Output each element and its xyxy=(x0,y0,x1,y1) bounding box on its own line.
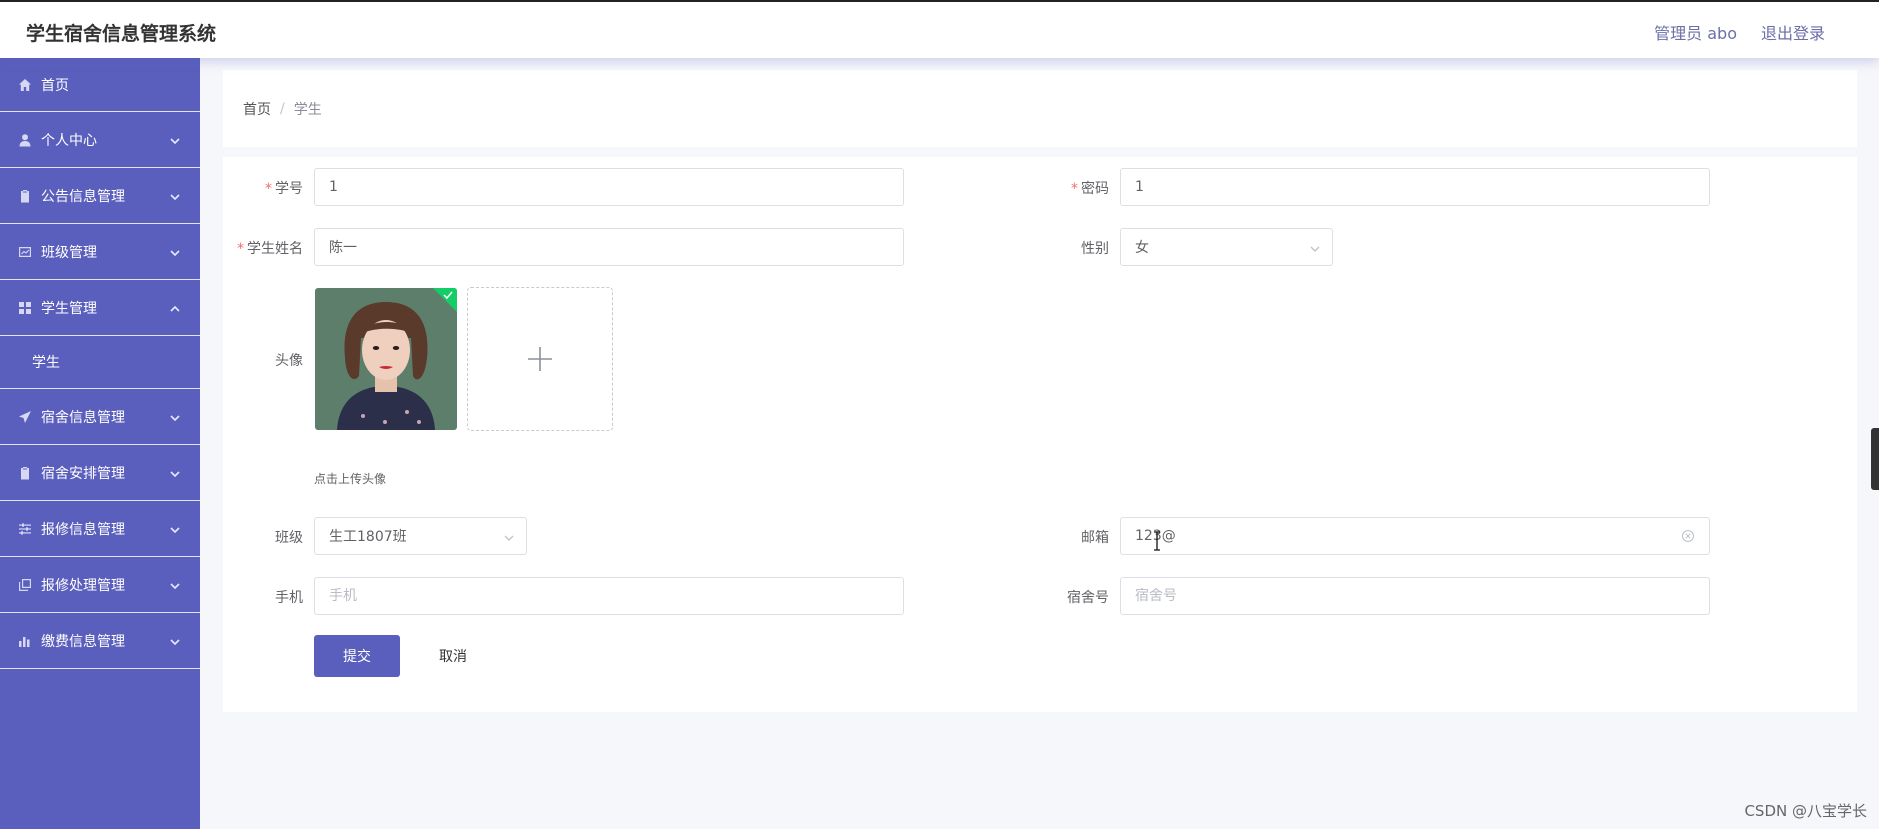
sidebar-item-payment-management[interactable]: 缴费信息管理 xyxy=(0,613,200,669)
student-id-field[interactable] xyxy=(314,168,904,206)
clipboard-icon xyxy=(18,189,32,203)
chevron-down-icon xyxy=(1310,242,1320,252)
text-cursor-icon xyxy=(1153,531,1161,551)
send-icon xyxy=(18,410,32,424)
sidebar-item-personal-center[interactable]: 个人中心 xyxy=(0,112,200,168)
student-name-input[interactable] xyxy=(329,239,889,255)
sidebar-subitem-label: 学生 xyxy=(32,355,60,371)
user-icon xyxy=(18,133,32,147)
breadcrumb: 首页 / 学生 xyxy=(223,70,1857,147)
cancel-button[interactable]: 取消 xyxy=(410,635,496,677)
user-area: 管理员 abo 退出登录 xyxy=(1654,20,1825,44)
chevron-down-icon xyxy=(170,190,180,200)
clear-icon[interactable] xyxy=(1681,529,1695,543)
top-bar: 学生宿舍信息管理系统 管理员 abo 退出登录 xyxy=(0,0,1879,58)
phone-input[interactable] xyxy=(329,588,889,604)
watermark: CSDN @八宝学长 xyxy=(1744,802,1867,820)
sidebar-item-label: 宿舍安排管理 xyxy=(41,465,125,482)
chevron-down-icon xyxy=(170,635,180,645)
gender-select[interactable]: 女 xyxy=(1120,228,1333,266)
sidebar-item-label: 报修信息管理 xyxy=(41,521,125,538)
dorm-number-field[interactable] xyxy=(1120,577,1710,615)
email-input[interactable] xyxy=(1135,528,1695,544)
student-name-field[interactable] xyxy=(314,228,904,266)
chevron-down-icon xyxy=(504,531,514,541)
phone-field[interactable] xyxy=(314,577,904,615)
gender-label: 性别 xyxy=(1081,241,1109,257)
sidebar-item-label: 报修处理管理 xyxy=(41,577,125,594)
sidebar-item-label: 班级管理 xyxy=(41,244,97,261)
gender-value: 女 xyxy=(1135,240,1149,256)
chart-box-icon xyxy=(18,245,32,259)
avatar-label: 头像 xyxy=(275,353,303,369)
sidebar-subitem-student[interactable]: 学生 xyxy=(0,336,200,389)
submit-button[interactable]: 提交 xyxy=(314,635,400,677)
dorm-number-label: 宿舍号 xyxy=(1067,590,1109,606)
breadcrumb-current: 学生 xyxy=(293,101,322,118)
user-label: 管理员 abo xyxy=(1654,24,1737,43)
email-field[interactable] xyxy=(1120,517,1710,555)
dorm-number-input[interactable] xyxy=(1135,588,1695,604)
sidebar-item-student-management[interactable]: 学生管理 xyxy=(0,280,200,336)
sidebar-item-label: 宿舍信息管理 xyxy=(41,409,125,426)
app-title: 学生宿舍信息管理系统 xyxy=(26,23,217,45)
breadcrumb-home[interactable]: 首页 xyxy=(243,99,271,119)
chevron-down-icon xyxy=(170,246,180,256)
sidebar-item-label: 缴费信息管理 xyxy=(41,633,125,650)
sidebar-item-dorm-arrangement-management[interactable]: 宿舍安排管理 xyxy=(0,445,200,501)
home-icon xyxy=(18,78,32,92)
sidebar: 首页 个人中心 公告信息管理 班级管理 学生管理 学生 宿舍信息管理 宿舍安排管… xyxy=(0,58,200,829)
student-name-label: * 学生姓名 xyxy=(237,241,303,257)
student-id-label: * 学号 xyxy=(265,181,303,197)
avatar-image[interactable] xyxy=(315,288,457,430)
chevron-down-icon xyxy=(170,523,180,533)
sidebar-item-dorm-info-management[interactable]: 宿舍信息管理 xyxy=(0,389,200,445)
grid-icon xyxy=(18,301,32,315)
plus-icon xyxy=(528,347,552,371)
sidebar-item-label: 个人中心 xyxy=(41,132,97,149)
email-label: 邮箱 xyxy=(1081,530,1109,546)
sidebar-item-notice-management[interactable]: 公告信息管理 xyxy=(0,168,200,224)
class-select[interactable]: 生工1807班 xyxy=(314,517,527,555)
chevron-down-icon xyxy=(170,411,180,421)
class-label: 班级 xyxy=(275,530,303,546)
avatar-upload-hint: 点击上传头像 xyxy=(314,472,387,486)
bar-chart-icon xyxy=(18,634,32,648)
student-form: *学号 *密码 *学生姓名 性别 女 头像 xyxy=(223,157,1857,712)
upload-success-badge xyxy=(433,288,457,312)
class-value: 生工1807班 xyxy=(329,529,407,545)
student-id-input[interactable] xyxy=(329,179,889,195)
copy-icon xyxy=(18,578,32,592)
chevron-down-icon xyxy=(170,467,180,477)
password-field[interactable] xyxy=(1120,168,1710,206)
chevron-up-icon xyxy=(170,302,180,312)
chevron-down-icon xyxy=(170,579,180,589)
phone-label: 手机 xyxy=(275,590,303,606)
sidebar-item-repair-info-management[interactable]: 报修信息管理 xyxy=(0,501,200,557)
sidebar-item-label: 首页 xyxy=(41,77,69,94)
sidebar-item-class-management[interactable]: 班级管理 xyxy=(0,224,200,280)
sidebar-item-home[interactable]: 首页 xyxy=(0,58,200,112)
sliders-icon xyxy=(18,522,32,536)
sidebar-item-repair-handling-management[interactable]: 报修处理管理 xyxy=(0,557,200,613)
avatar-upload-button[interactable] xyxy=(467,287,613,431)
clipboard-icon xyxy=(18,466,32,480)
breadcrumb-separator: / xyxy=(280,100,285,117)
chevron-down-icon xyxy=(170,134,180,144)
password-input[interactable] xyxy=(1135,179,1695,195)
password-label: * 密码 xyxy=(1071,181,1109,197)
scrollbar-thumb[interactable] xyxy=(1871,428,1879,490)
sidebar-item-label: 公告信息管理 xyxy=(41,188,125,205)
sidebar-item-label: 学生管理 xyxy=(41,300,97,317)
logout-link[interactable]: 退出登录 xyxy=(1761,20,1825,44)
